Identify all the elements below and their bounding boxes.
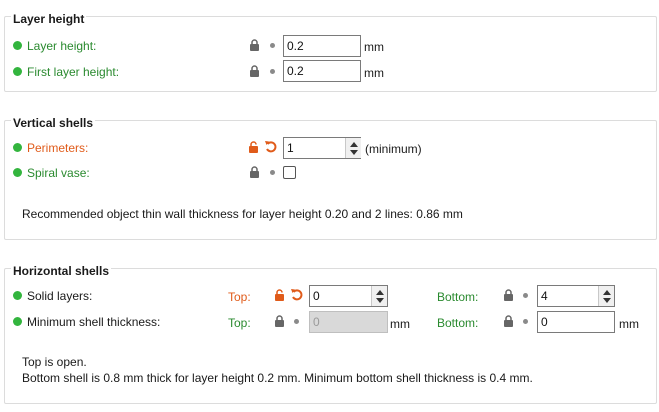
status-dot-icon — [13, 67, 22, 76]
perimeters-spinner[interactable] — [345, 138, 361, 158]
min-shell-thickness-label[interactable]: Minimum shell thickness: — [27, 315, 160, 329]
lock-icon[interactable] — [249, 166, 260, 178]
first-layer-height-unit: mm — [364, 66, 384, 80]
min-bottom-input[interactable] — [537, 311, 615, 333]
system-value-dot-icon[interactable] — [523, 293, 528, 298]
layer-height-label[interactable]: Layer height: — [27, 39, 96, 53]
status-dot-icon — [13, 291, 22, 300]
layer-height-input[interactable] — [283, 35, 361, 57]
system-value-dot-icon[interactable] — [270, 69, 275, 74]
solid-top-label: Top: — [228, 290, 251, 304]
lock-icon[interactable] — [249, 65, 260, 77]
lock-icon[interactable] — [503, 315, 514, 327]
spiral-vase-label[interactable]: Spiral vase: — [27, 166, 90, 180]
min-top-input — [309, 311, 388, 333]
group-title-vertical-shells: Vertical shells — [11, 116, 96, 130]
system-value-dot-icon[interactable] — [270, 43, 275, 48]
solid-top-spinner[interactable] — [371, 286, 387, 306]
bottom-shell-note: Bottom shell is 0.8 mm thick for layer h… — [22, 371, 533, 385]
status-dot-icon — [13, 143, 22, 152]
lock-icon[interactable] — [249, 39, 260, 51]
perimeters-label[interactable]: Perimeters: — [27, 141, 88, 155]
min-top-unit: mm — [390, 317, 410, 331]
unlock-icon[interactable] — [274, 289, 285, 301]
thin-wall-note: Recommended object thin wall thickness f… — [22, 207, 463, 221]
solid-bottom-spinner[interactable] — [598, 286, 614, 306]
top-open-note: Top is open. — [22, 355, 87, 369]
layer-height-unit: mm — [364, 40, 384, 54]
min-bottom-unit: mm — [619, 317, 639, 331]
status-dot-icon — [13, 168, 22, 177]
undo-arrow-icon[interactable] — [264, 140, 277, 153]
status-dot-icon — [13, 317, 22, 326]
lock-icon[interactable] — [503, 289, 514, 301]
undo-arrow-icon[interactable] — [290, 288, 303, 301]
system-value-dot-icon[interactable] — [523, 319, 528, 324]
unlock-icon[interactable] — [248, 141, 259, 153]
status-dot-icon — [13, 41, 22, 50]
system-value-dot-icon[interactable] — [270, 170, 275, 175]
solid-layers-label[interactable]: Solid layers: — [27, 289, 92, 303]
group-title-horizontal-shells: Horizontal shells — [11, 264, 112, 278]
lock-icon[interactable] — [274, 315, 285, 327]
solid-bottom-label: Bottom: — [437, 290, 479, 304]
system-value-dot-icon[interactable] — [294, 319, 299, 324]
perimeters-suffix: (minimum) — [365, 142, 422, 156]
first-layer-height-label[interactable]: First layer height: — [27, 65, 119, 79]
min-bottom-label: Bottom: — [437, 316, 479, 330]
min-top-label: Top: — [228, 316, 251, 330]
first-layer-height-input[interactable] — [283, 60, 361, 82]
group-title-layer-height: Layer height — [11, 12, 87, 26]
spiral-vase-checkbox[interactable] — [283, 166, 296, 179]
